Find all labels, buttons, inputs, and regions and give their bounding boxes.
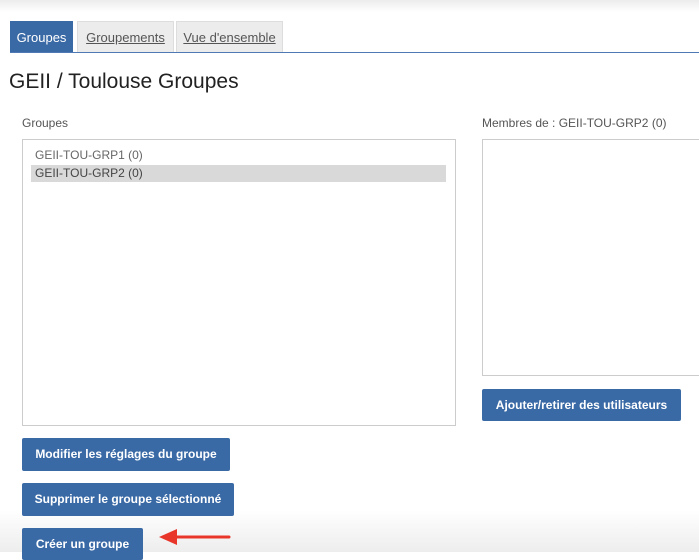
members-label: Membres de : GEII-TOU-GRP2 (0) [482,116,667,130]
tab-groupes[interactable]: Groupes [10,21,73,52]
groups-listbox[interactable]: GEII-TOU-GRP1 (0) GEII-TOU-GRP2 (0) [22,139,456,426]
group-option-grp2[interactable]: GEII-TOU-GRP2 (0) [31,165,446,182]
groups-label: Groupes [22,116,69,130]
members-listbox[interactable] [482,139,699,376]
add-remove-users-button[interactable]: Ajouter/retirer des utilisateurs [482,389,681,421]
tab-vue-ensemble[interactable]: Vue d'ensemble [176,21,283,52]
page-title: GEII / Toulouse Groupes [9,70,239,93]
edit-group-settings-button[interactable]: Modifier les réglages du groupe [22,438,230,471]
tab-groupements[interactable]: Groupements [77,21,174,52]
arrow-left-icon [159,529,231,545]
delete-selected-group-button[interactable]: Supprimer le groupe sélectionné [22,483,234,516]
top-shadow [0,0,699,12]
tab-bar: Groupes Groupements Vue d'ensemble [10,21,699,53]
group-option-grp1[interactable]: GEII-TOU-GRP1 (0) [31,147,446,164]
create-group-button[interactable]: Créer un groupe [22,528,143,560]
